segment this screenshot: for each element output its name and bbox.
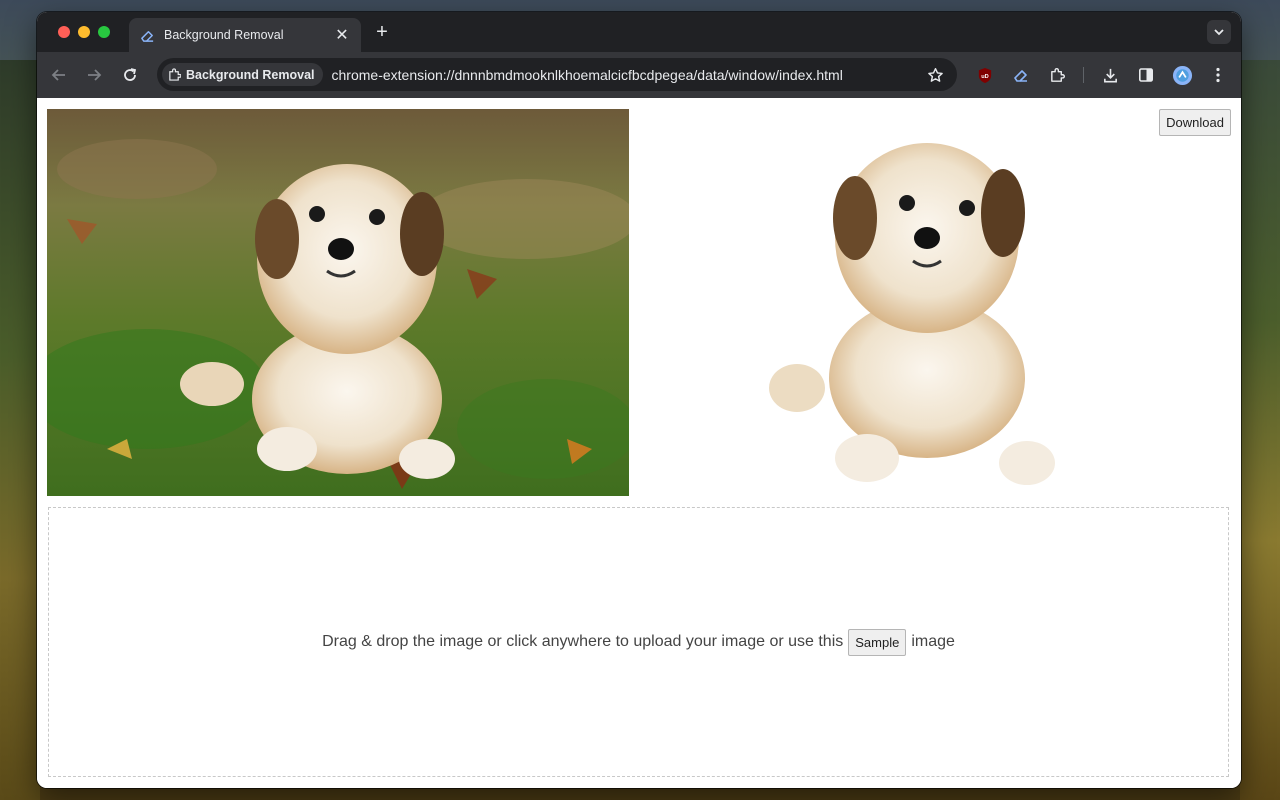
extension-origin-chip[interactable]: Background Removal [162, 63, 323, 86]
browser-toolbar: Background Removal chrome-extension://dn… [37, 52, 1241, 98]
kebab-menu-icon[interactable] [1207, 64, 1229, 86]
chevron-down-icon [1214, 29, 1224, 36]
dropzone-text-before: Drag & drop the image or click anywhere … [322, 633, 844, 650]
desktop-wallpaper-right [1240, 60, 1280, 800]
svg-text:uD: uD [981, 73, 989, 79]
sample-image-button[interactable]: Sample [848, 628, 907, 656]
tab-title: Background Removal [164, 28, 284, 42]
dropzone-instructions: Drag & drop the image or click anywhere … [322, 628, 955, 656]
zoom-window-button[interactable] [98, 26, 110, 38]
new-tab-button[interactable]: + [371, 21, 393, 43]
result-image [767, 138, 1077, 498]
download-button[interactable]: Download [1159, 109, 1231, 136]
tab-search-button[interactable] [1207, 20, 1231, 44]
reload-button[interactable] [118, 63, 142, 87]
eraser-extension-icon[interactable] [1010, 64, 1032, 86]
minimize-window-button[interactable] [78, 26, 90, 38]
upload-dropzone[interactable]: Drag & drop the image or click anywhere … [48, 507, 1229, 777]
original-image [47, 109, 629, 496]
forward-button[interactable] [82, 63, 106, 87]
eraser-icon [139, 27, 155, 43]
download-icon[interactable] [1099, 64, 1121, 86]
puzzle-piece-icon[interactable] [1046, 64, 1068, 86]
tab-background-removal[interactable]: Background Removal ✕ [129, 18, 361, 52]
browser-window: Background Removal ✕ + Background Remova… [37, 12, 1241, 788]
desktop-wallpaper-left [0, 60, 40, 800]
dropzone-text-after: image [911, 633, 955, 650]
extension-icon [169, 68, 181, 81]
close-window-button[interactable] [58, 26, 70, 38]
arrow-right-icon [88, 69, 102, 81]
arrow-left-icon [51, 69, 65, 81]
address-bar[interactable]: Background Removal chrome-extension://dn… [157, 58, 957, 91]
side-panel-icon[interactable] [1135, 64, 1157, 86]
close-tab-icon[interactable]: ✕ [333, 25, 351, 45]
profile-avatar-icon[interactable] [1171, 64, 1193, 86]
url-text[interactable]: chrome-extension://dnnnbmdmooknlkhoemalc… [332, 67, 843, 83]
toolbar-divider [1083, 67, 1084, 83]
reload-icon [124, 68, 137, 81]
tab-strip: Background Removal ✕ + [37, 12, 1241, 52]
back-button[interactable] [47, 63, 71, 87]
bookmark-star-icon[interactable] [925, 65, 945, 85]
page-content: Download Drag & drop the image or click … [37, 98, 1241, 788]
ublock-origin-icon[interactable]: uD [974, 64, 996, 86]
chip-label: Background Removal [186, 67, 315, 82]
